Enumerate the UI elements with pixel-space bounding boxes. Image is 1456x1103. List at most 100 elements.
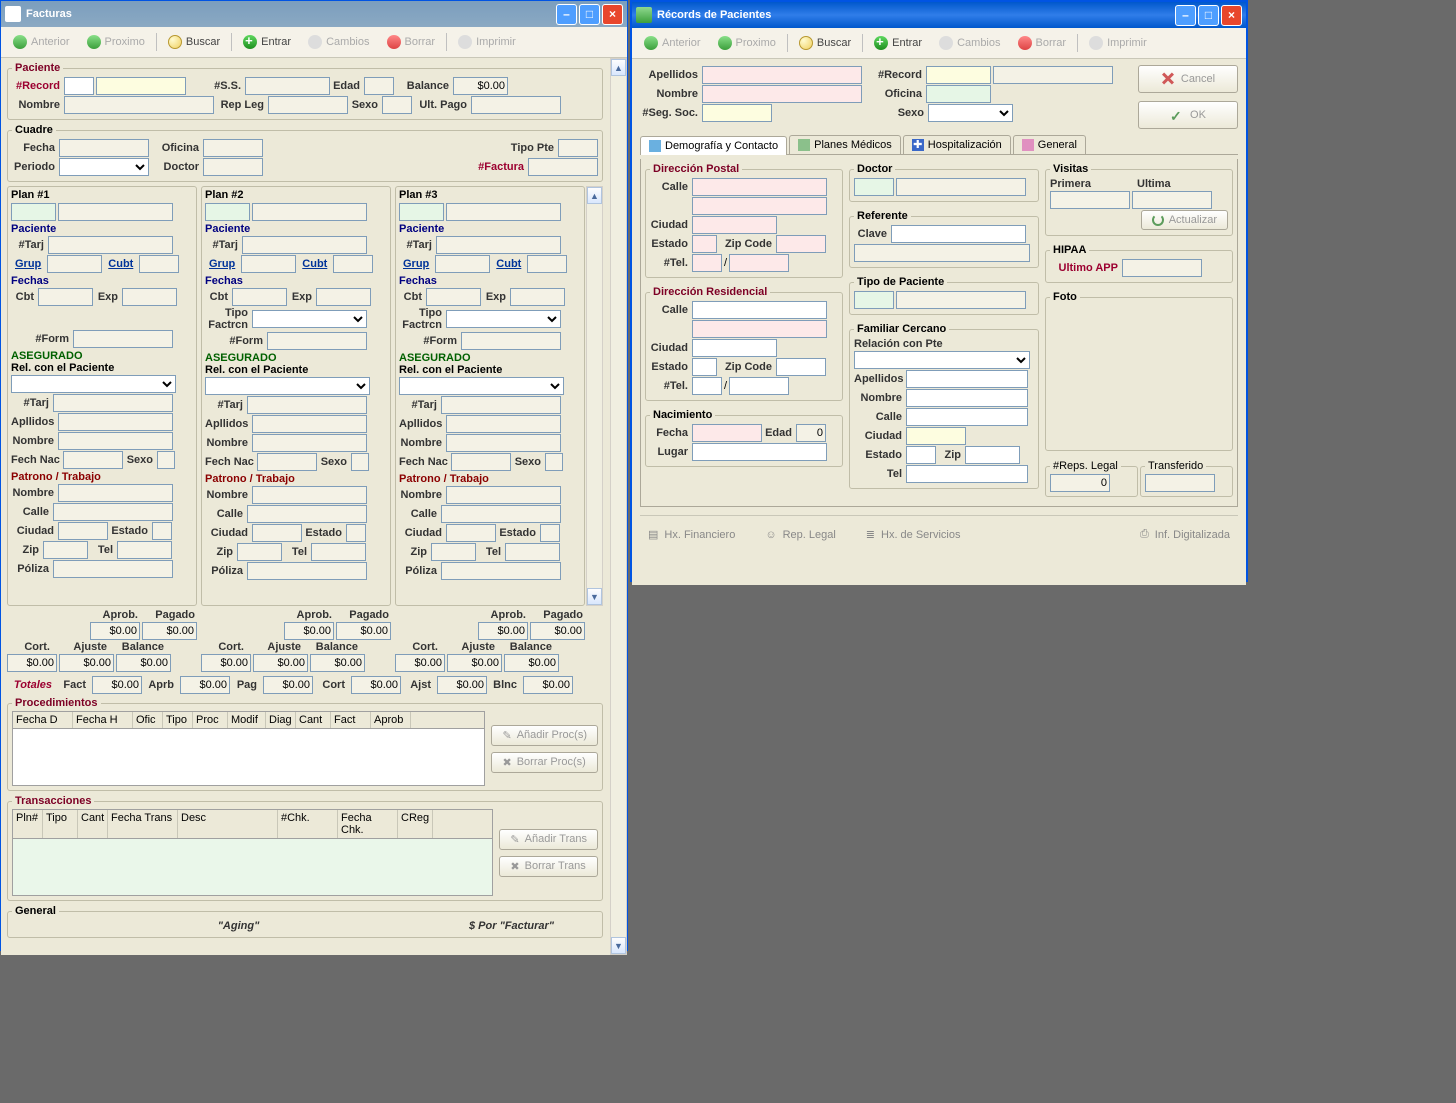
- col-header[interactable]: Cant: [78, 810, 108, 838]
- aseg-fechnac[interactable]: [257, 453, 317, 471]
- col-header[interactable]: Modif: [228, 712, 266, 728]
- plans-scroll-up[interactable]: ▲: [587, 187, 602, 204]
- exp-input[interactable]: [510, 288, 565, 306]
- vis-primera[interactable]: [1050, 191, 1130, 209]
- segsoc-input[interactable]: [702, 104, 772, 122]
- proximo-button[interactable]: Proximo: [710, 32, 784, 54]
- plan-name[interactable]: [252, 203, 367, 221]
- imprimir-button[interactable]: Imprimir: [450, 31, 524, 53]
- cambios-button[interactable]: Cambios: [300, 31, 377, 53]
- minimize-button[interactable]: –: [556, 4, 577, 25]
- dp-tel2[interactable]: [729, 254, 789, 272]
- dr-calle[interactable]: [692, 301, 827, 319]
- pat-calle[interactable]: [53, 503, 173, 521]
- tarj-input[interactable]: [242, 236, 367, 254]
- cubt-input[interactable]: [139, 255, 179, 273]
- dp-zip[interactable]: [776, 235, 826, 253]
- plan-code[interactable]: [11, 203, 56, 221]
- tab-planes[interactable]: Planes Médicos: [789, 135, 901, 154]
- aseg-fechnac[interactable]: [63, 451, 123, 469]
- close-button[interactable]: ×: [1221, 5, 1242, 26]
- col-header[interactable]: CReg: [398, 810, 433, 838]
- imprimir-button[interactable]: Imprimir: [1081, 32, 1155, 54]
- ref-name[interactable]: [854, 244, 1030, 262]
- cbt-input[interactable]: [232, 288, 287, 306]
- form-input[interactable]: [73, 330, 173, 348]
- add-proc-button[interactable]: ✎Añadir Proc(s): [491, 725, 598, 746]
- pat-poliza[interactable]: [247, 562, 367, 580]
- cubt-link[interactable]: Cubt: [298, 258, 331, 270]
- aseg-apll[interactable]: [252, 415, 367, 433]
- col-header[interactable]: Pln#: [13, 810, 43, 838]
- pat-nombre[interactable]: [252, 486, 367, 504]
- dp-ciudad[interactable]: [692, 216, 777, 234]
- grup-input[interactable]: [47, 255, 102, 273]
- pat-ciudad[interactable]: [252, 524, 302, 542]
- dr-tel2[interactable]: [729, 377, 789, 395]
- pat-zip[interactable]: [431, 543, 476, 561]
- aseg-nombre[interactable]: [58, 432, 173, 450]
- record-input-1[interactable]: [64, 77, 94, 95]
- dr-zip[interactable]: [776, 358, 826, 376]
- cbt-input[interactable]: [426, 288, 481, 306]
- hx-servicios-link[interactable]: ≣Hx. de Servicios: [866, 528, 961, 541]
- aseg-nombre[interactable]: [446, 434, 561, 452]
- dr-tel1[interactable]: [692, 377, 722, 395]
- aseg-sexo[interactable]: [545, 453, 563, 471]
- col-header[interactable]: Fecha Trans: [108, 810, 178, 838]
- add-trans-button[interactable]: ✎Añadir Trans: [499, 829, 598, 850]
- inf-digitalizada-link[interactable]: ⎙Inf. Digitalizada: [1140, 528, 1230, 541]
- aseg-sexo[interactable]: [351, 453, 369, 471]
- dp-tel1[interactable]: [692, 254, 722, 272]
- col-header[interactable]: Fact: [331, 712, 371, 728]
- dr-calle2[interactable]: [692, 320, 827, 338]
- cubt-link[interactable]: Cubt: [492, 258, 525, 270]
- nac-fecha[interactable]: [692, 424, 762, 442]
- oficina-input[interactable]: [926, 85, 991, 103]
- pat-poliza[interactable]: [53, 560, 173, 578]
- col-header[interactable]: Aprob: [371, 712, 411, 728]
- relpte-select[interactable]: [399, 377, 564, 395]
- fam-estado[interactable]: [906, 446, 936, 464]
- nombre-input[interactable]: [702, 85, 862, 103]
- col-header[interactable]: Fecha H: [73, 712, 133, 728]
- apellidos-input[interactable]: [702, 66, 862, 84]
- proc-table[interactable]: Fecha DFecha HOficTipoProcModifDiagCantF…: [12, 711, 485, 786]
- tab-demografia[interactable]: Demografía y Contacto: [640, 136, 787, 155]
- record-aux-input[interactable]: [993, 66, 1113, 84]
- exp-input[interactable]: [316, 288, 371, 306]
- dp-calle[interactable]: [692, 178, 827, 196]
- col-header[interactable]: Tipo: [43, 810, 78, 838]
- dr-ciudad[interactable]: [692, 339, 777, 357]
- col-header[interactable]: Cant: [296, 712, 331, 728]
- rep-legal-link[interactable]: ☺Rep. Legal: [765, 528, 835, 541]
- plans-scroll-down[interactable]: ▼: [587, 588, 602, 605]
- cancel-button[interactable]: Cancel: [1138, 65, 1238, 93]
- grup-link[interactable]: Grup: [205, 258, 239, 270]
- aseg-sexo[interactable]: [157, 451, 175, 469]
- hx-financiero-link[interactable]: ▤Hx. Financiero: [648, 528, 735, 541]
- fam-ciudad[interactable]: [906, 427, 966, 445]
- record-input[interactable]: [926, 66, 991, 84]
- aseg-tarj[interactable]: [53, 394, 173, 412]
- form-input[interactable]: [267, 332, 367, 350]
- plan-code[interactable]: [399, 203, 444, 221]
- col-header[interactable]: Fecha D: [13, 712, 73, 728]
- entrar-button[interactable]: Entrar: [235, 31, 299, 53]
- repleg-input[interactable]: [268, 96, 348, 114]
- borrar-button[interactable]: Borrar: [1010, 32, 1075, 54]
- relpte-select[interactable]: [205, 377, 370, 395]
- sexo-input[interactable]: [382, 96, 412, 114]
- ref-clave[interactable]: [891, 225, 1026, 243]
- tab-general[interactable]: General: [1013, 135, 1086, 154]
- relpte-select[interactable]: [11, 375, 176, 393]
- tarj-input[interactable]: [436, 236, 561, 254]
- ok-button[interactable]: OK: [1138, 101, 1238, 129]
- pat-poliza[interactable]: [441, 562, 561, 580]
- cbt-input[interactable]: [38, 288, 93, 306]
- edad-input[interactable]: [364, 77, 394, 95]
- tp-name[interactable]: [896, 291, 1026, 309]
- entrar-button[interactable]: Entrar: [866, 32, 930, 54]
- facturas-titlebar[interactable]: Facturas – □ ×: [1, 1, 627, 27]
- grup-input[interactable]: [435, 255, 490, 273]
